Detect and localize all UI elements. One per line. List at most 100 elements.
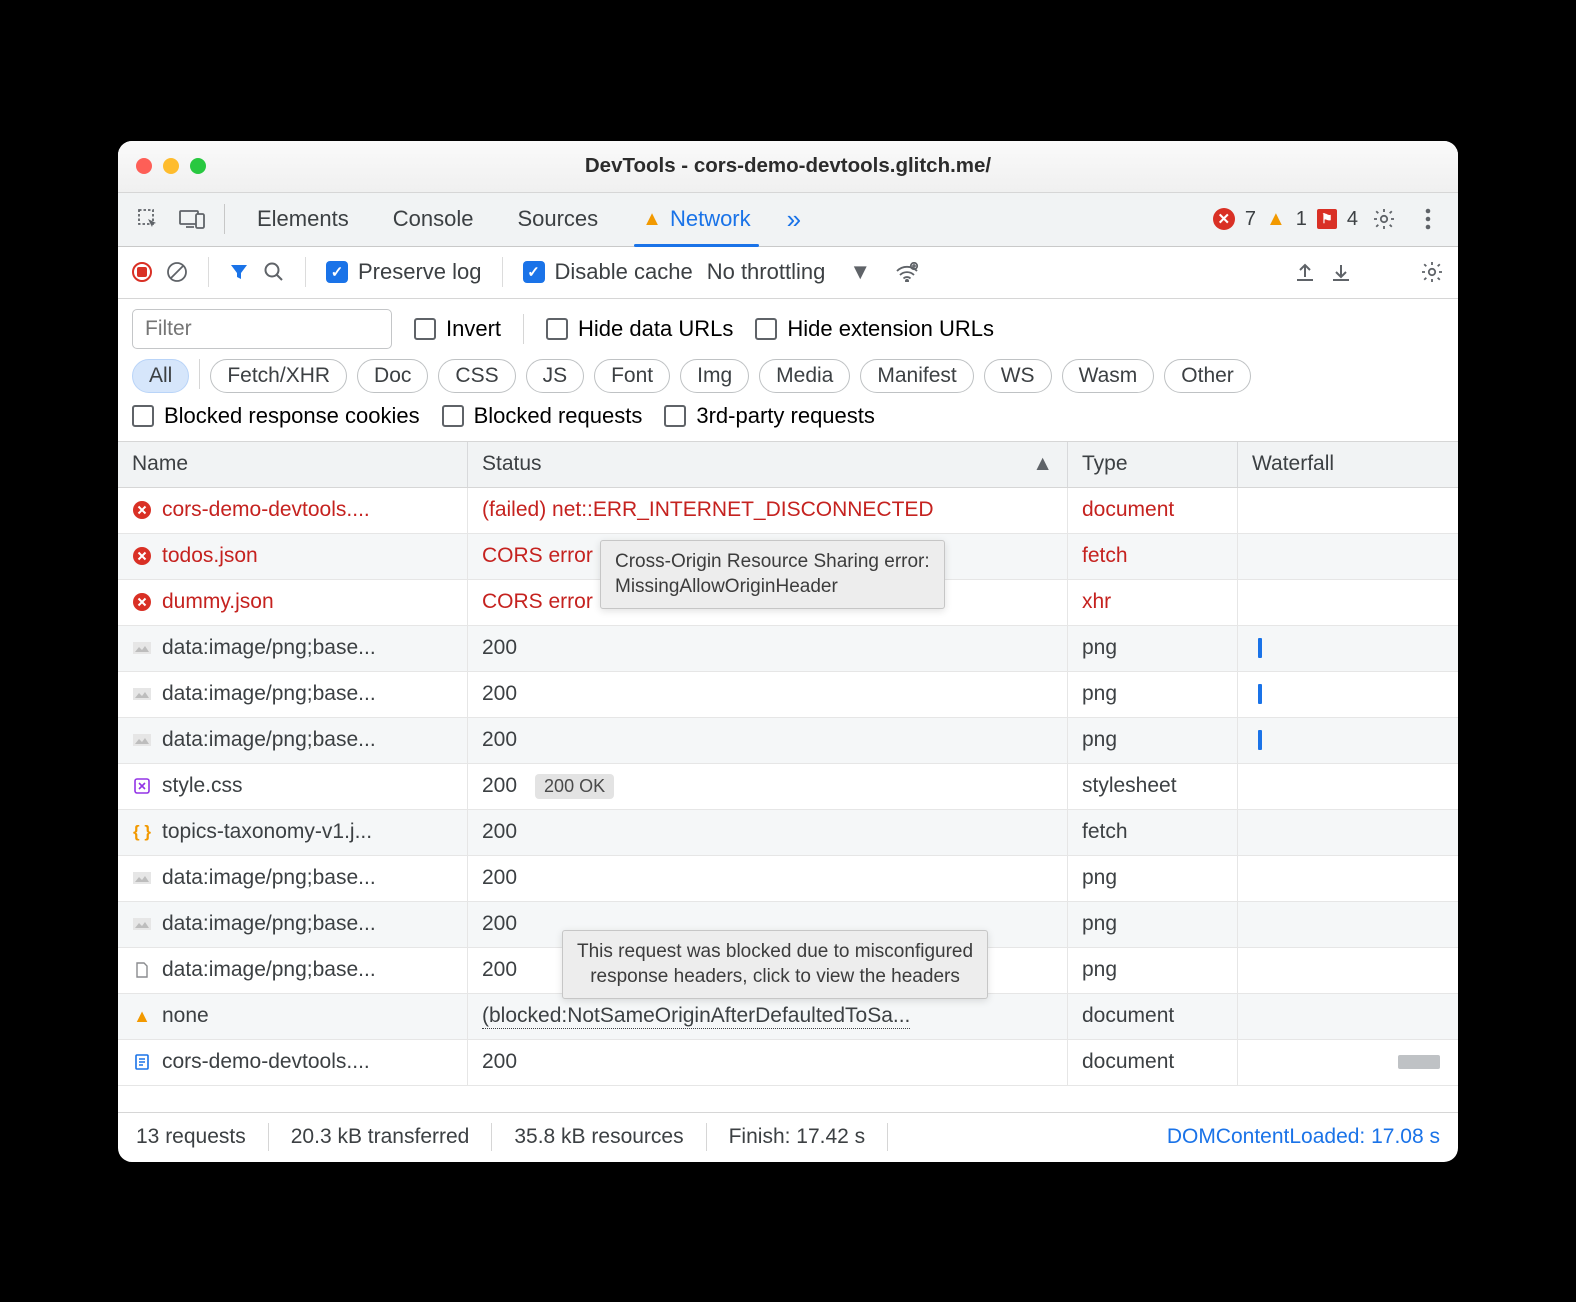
invert-checkbox[interactable]: Invert (414, 316, 501, 342)
minimize-window-button[interactable] (163, 158, 179, 174)
cell-status: 200 (468, 856, 1068, 901)
filter-icon[interactable] (229, 262, 249, 282)
type-chip-fetchxhr[interactable]: Fetch/XHR (210, 359, 347, 393)
disable-cache-checkbox[interactable]: ✓ Disable cache (523, 259, 693, 285)
cell-waterfall (1238, 810, 1458, 855)
table-row[interactable]: data:image/png;base...200png (118, 718, 1458, 764)
network-conditions-icon[interactable] (895, 262, 919, 282)
chevron-down-icon: ▼ (833, 259, 887, 285)
table-row[interactable]: style.css200200 OKstylesheet (118, 764, 1458, 810)
cell-type: png (1068, 948, 1238, 993)
request-icon (132, 592, 152, 612)
tab-sources[interactable]: Sources (499, 193, 616, 246)
more-tabs-button[interactable]: » (777, 204, 811, 235)
network-settings-icon[interactable] (1420, 260, 1444, 284)
request-icon: ▲ (132, 1006, 152, 1026)
table-row[interactable]: data:image/png;base...200png (118, 672, 1458, 718)
type-chip-media[interactable]: Media (759, 359, 850, 393)
warning-icon: ▲ (642, 208, 662, 231)
col-status[interactable]: Status▲ (468, 442, 1068, 487)
type-chip-ws[interactable]: WS (984, 359, 1052, 393)
type-chip-font[interactable]: Font (594, 359, 670, 393)
tab-network[interactable]: ▲ Network (624, 193, 768, 246)
type-chip-wasm[interactable]: Wasm (1062, 359, 1155, 393)
throttling-select[interactable]: No throttling ▼ (707, 259, 919, 285)
cell-waterfall (1238, 856, 1458, 901)
fullscreen-window-button[interactable] (190, 158, 206, 174)
cell-type: xhr (1068, 580, 1238, 625)
table-row[interactable]: cors-demo-devtools....200document (118, 1040, 1458, 1086)
network-toolbar: ✓ Preserve log ✓ Disable cache No thrott… (118, 247, 1458, 299)
tab-elements[interactable]: Elements (239, 193, 367, 246)
table-row[interactable]: data:image/png;base...200png (118, 626, 1458, 672)
cell-name: cors-demo-devtools.... (118, 488, 468, 533)
cell-waterfall (1238, 626, 1458, 671)
table-row[interactable]: ▲none(blocked:NotSameOriginAfterDefaulte… (118, 994, 1458, 1040)
table-row[interactable]: { }topics-taxonomy-v1.j...200fetch (118, 810, 1458, 856)
type-chip-js[interactable]: JS (526, 359, 585, 393)
cell-type: png (1068, 672, 1238, 717)
inspect-element-icon[interactable] (130, 201, 166, 237)
col-type[interactable]: Type (1068, 442, 1238, 487)
cell-waterfall (1238, 718, 1458, 763)
clear-button[interactable] (166, 261, 188, 283)
request-type-filters: All Fetch/XHR Doc CSS JS Font Img Media Manifest… (132, 359, 1251, 393)
cell-name: { }topics-taxonomy-v1.j... (118, 810, 468, 855)
cell-name: data:image/png;base... (118, 948, 468, 993)
cell-name: data:image/png;base... (118, 718, 468, 763)
search-icon[interactable] (263, 261, 285, 283)
table-row[interactable]: cors-demo-devtools....(failed) net::ERR_… (118, 488, 1458, 534)
cell-type: document (1068, 1040, 1238, 1085)
cell-waterfall (1238, 672, 1458, 717)
cell-type: fetch (1068, 534, 1238, 579)
check-icon: ✓ (326, 261, 348, 283)
third-party-checkbox[interactable]: 3rd-party requests (664, 403, 875, 429)
col-waterfall[interactable]: Waterfall (1238, 442, 1458, 487)
devtools-window: DevTools - cors-demo-devtools.glitch.me/… (118, 141, 1458, 1162)
request-icon (132, 730, 152, 750)
finish-time: Finish: 17.42 s (729, 1125, 866, 1149)
col-name[interactable]: Name (118, 442, 468, 487)
hide-data-urls-checkbox[interactable]: Hide data URLs (546, 316, 733, 342)
table-body: cors-demo-devtools....(failed) net::ERR_… (118, 488, 1458, 1086)
type-chip-all[interactable]: All (132, 359, 189, 393)
kebab-menu-icon[interactable] (1410, 201, 1446, 237)
cell-type: png (1068, 856, 1238, 901)
type-chip-img[interactable]: Img (680, 359, 749, 393)
type-chip-manifest[interactable]: Manifest (860, 359, 973, 393)
issue-count: 4 (1347, 208, 1358, 231)
cell-name: todos.json (118, 534, 468, 579)
titlebar: DevTools - cors-demo-devtools.glitch.me/ (118, 141, 1458, 193)
close-window-button[interactable] (136, 158, 152, 174)
cell-name: data:image/png;base... (118, 902, 468, 947)
tab-console[interactable]: Console (375, 193, 492, 246)
type-chip-css[interactable]: CSS (438, 359, 515, 393)
request-icon (132, 546, 152, 566)
record-button[interactable] (132, 262, 152, 282)
status-badges[interactable]: ✕7 ▲1 ⚑4 (1213, 208, 1358, 231)
hide-extension-urls-checkbox[interactable]: Hide extension URLs (755, 316, 994, 342)
upload-har-icon[interactable] (1294, 261, 1316, 283)
blocked-cookies-checkbox[interactable]: Blocked response cookies (132, 403, 420, 429)
type-chip-doc[interactable]: Doc (357, 359, 428, 393)
cell-name: data:image/png;base... (118, 626, 468, 671)
warning-icon: ▲ (1266, 208, 1286, 231)
cell-name: ▲none (118, 994, 468, 1039)
cell-waterfall (1238, 994, 1458, 1039)
cell-type: fetch (1068, 810, 1238, 855)
request-icon: { } (132, 822, 152, 842)
download-har-icon[interactable] (1330, 261, 1352, 283)
cell-name: data:image/png;base... (118, 672, 468, 717)
preserve-log-checkbox[interactable]: ✓ Preserve log (326, 259, 482, 285)
device-toolbar-icon[interactable] (174, 201, 210, 237)
cell-waterfall (1238, 534, 1458, 579)
filter-input[interactable] (132, 309, 392, 349)
request-icon (132, 868, 152, 888)
blocked-requests-checkbox[interactable]: Blocked requests (442, 403, 643, 429)
cell-waterfall (1238, 580, 1458, 625)
waterfall-bar (1258, 638, 1262, 658)
settings-icon[interactable] (1366, 201, 1402, 237)
table-row[interactable]: data:image/png;base...200png (118, 856, 1458, 902)
type-chip-other[interactable]: Other (1164, 359, 1251, 393)
error-count: 7 (1245, 208, 1256, 231)
